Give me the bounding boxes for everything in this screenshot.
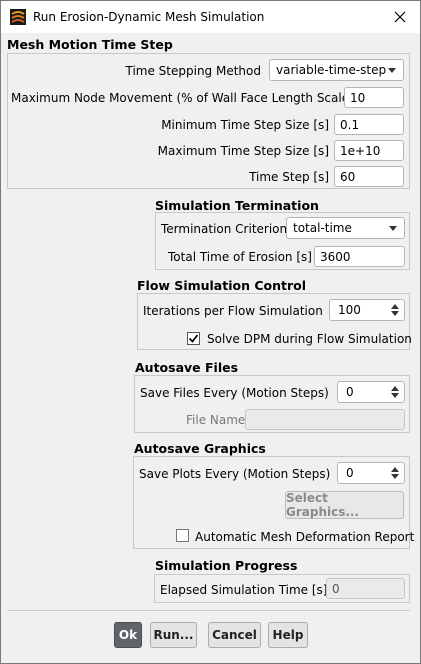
button-separator — [7, 610, 410, 611]
stepper-down-icon[interactable] — [391, 474, 399, 479]
save-files-every-label: Save Files Every (Motion Steps) — [140, 386, 329, 400]
termination-criterion-value: total-time — [293, 221, 352, 235]
stepper-up-icon[interactable] — [391, 386, 399, 391]
file-name-field[interactable] — [245, 409, 405, 430]
termination-criterion-label: Termination Criterion — [161, 222, 288, 236]
flow-control-group-title: Flow Simulation Control — [137, 278, 307, 293]
checkmark-icon — [188, 334, 199, 343]
chevron-down-icon — [388, 68, 396, 73]
max-node-movement-field[interactable]: 10 — [344, 87, 404, 108]
stepper-up-icon[interactable] — [391, 467, 399, 472]
save-files-every-value: 0 — [346, 385, 354, 399]
autosave-files-group-title: Autosave Files — [135, 360, 239, 375]
auto-mesh-report-checkbox[interactable] — [176, 529, 189, 542]
time-stepping-method-value: variable-time-step — [276, 63, 387, 77]
max-node-movement-label: Maximum Node Movement (% of Wall Face Le… — [11, 91, 354, 105]
save-plots-every-stepper[interactable]: 0 — [337, 462, 405, 484]
sim-termination-group-title: Simulation Termination — [155, 198, 319, 213]
stepper-down-icon[interactable] — [391, 393, 399, 398]
min-time-step-field[interactable]: 0.1 — [334, 114, 404, 135]
elapsed-time-field: 0 — [326, 578, 405, 599]
help-button[interactable]: Help — [268, 622, 308, 648]
save-plots-every-label: Save Plots Every (Motion Steps) — [139, 467, 331, 481]
run-button[interactable]: Run... — [150, 622, 197, 648]
min-time-step-label: Minimum Time Step Size [s] — [161, 118, 329, 132]
stepper-up-icon[interactable] — [391, 304, 399, 309]
time-step-label: Time Step [s] — [249, 170, 329, 184]
termination-criterion-select[interactable]: total-time — [286, 217, 405, 239]
max-time-step-label: Maximum Time Step Size [s] — [157, 144, 329, 158]
close-icon — [394, 11, 406, 23]
time-step-field[interactable]: 60 — [334, 166, 404, 187]
sim-progress-group-title: Simulation Progress — [155, 558, 298, 573]
close-button[interactable] — [380, 1, 420, 33]
iterations-value: 100 — [338, 303, 361, 317]
max-time-step-field[interactable]: 1e+10 — [334, 140, 404, 161]
file-name-label: File Name — [186, 413, 246, 427]
title-bar: Run Erosion-Dynamic Mesh Simulation — [1, 1, 420, 33]
elapsed-time-label: Elapsed Simulation Time [s] — [160, 583, 328, 597]
solve-dpm-label: Solve DPM during Flow Simulation — [207, 332, 412, 346]
total-time-field[interactable]: 3600 — [314, 246, 405, 267]
mesh-motion-group-title: Mesh Motion Time Step — [7, 37, 173, 52]
save-plots-every-value: 0 — [346, 466, 354, 480]
stepper-down-icon[interactable] — [391, 311, 399, 316]
total-time-label: Total Time of Erosion [s] — [168, 250, 312, 264]
autosave-graphics-group-title: Autosave Graphics — [134, 441, 266, 456]
time-stepping-method-label: Time Stepping Method — [125, 64, 262, 78]
time-stepping-method-select[interactable]: variable-time-step — [269, 59, 404, 81]
save-files-every-stepper[interactable]: 0 — [337, 381, 405, 403]
iterations-label: Iterations per Flow Simulation — [143, 304, 323, 318]
window-title: Run Erosion-Dynamic Mesh Simulation — [33, 10, 265, 24]
app-icon — [10, 9, 26, 25]
cancel-button[interactable]: Cancel — [208, 622, 261, 648]
solve-dpm-checkbox[interactable] — [187, 332, 200, 345]
dialog-window: Run Erosion-Dynamic Mesh Simulation Mesh… — [0, 0, 421, 664]
iterations-stepper[interactable]: 100 — [329, 299, 405, 321]
auto-mesh-report-label: Automatic Mesh Deformation Report — [195, 530, 415, 544]
chevron-down-icon — [389, 226, 397, 231]
ok-button[interactable]: Ok — [114, 622, 142, 648]
select-graphics-button[interactable]: Select Graphics... — [285, 491, 404, 519]
